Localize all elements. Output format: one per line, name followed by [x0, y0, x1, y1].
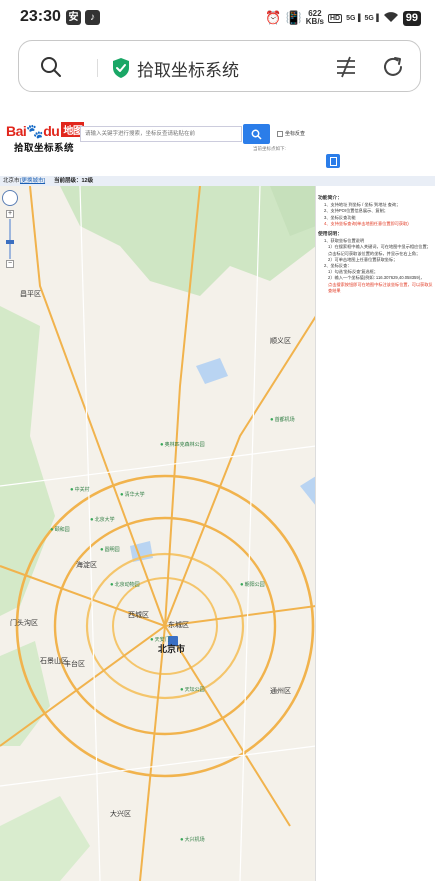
city-label: 北京市: [158, 644, 186, 654]
instruction-panel: 功能简介： 1、支持地址 到坐标 / 坐标 到地址 查询； 2、支持POI位置信…: [318, 194, 435, 474]
paw-icon: 🐾: [26, 123, 44, 139]
battery-indicator: 99: [402, 10, 421, 26]
search-icon: [251, 129, 262, 140]
status-time: 23:30: [20, 8, 61, 25]
page-title[interactable]: 拾取坐标系统: [137, 56, 239, 81]
poi-label[interactable]: 清华大学: [120, 491, 145, 498]
current-city: 北京市: [3, 178, 20, 184]
usage-line: 点击搜索按钮即可在地图中标注该坐标位置，可以获取反查结果: [328, 281, 433, 293]
district-label: 海淀区: [76, 562, 97, 569]
poi-label[interactable]: 朝阳公园: [240, 581, 265, 588]
zoom-out-button[interactable]: −: [6, 260, 14, 268]
status-right: ⏰ 📳 622 KB/s HD 5G▐ 5G▐ 99: [265, 8, 421, 28]
compass-icon[interactable]: [2, 190, 18, 206]
feature-list: 1、支持地址 到坐标 / 坐标 到地址 查询； 2、支持POI位置信息展示、复制…: [324, 202, 435, 227]
copy-button[interactable]: [326, 154, 340, 168]
search-input[interactable]: [80, 126, 242, 142]
zoom-slider[interactable]: [9, 219, 11, 259]
district-label: 门头沟区: [10, 620, 38, 627]
poi-label[interactable]: 天坛公园: [180, 686, 205, 693]
district-label: 西城区: [128, 612, 149, 619]
logo-bai: Bai: [6, 123, 27, 139]
zoom-slider-thumb[interactable]: [6, 240, 14, 244]
usage-line: 点击标记可获取该位置的坐标，并显示在右上角；: [328, 250, 421, 256]
baidu-map-logo[interactable]: Bai🐾du 地图: [6, 122, 85, 140]
signal-1-label: 5G: [346, 14, 356, 22]
signal-1: 5G▐: [346, 14, 361, 22]
usage-list: 1、获取坐标位置说明 1）在搜索框中输入关键词，可在地图中显示相应位置； 点击标…: [324, 238, 435, 294]
coord-reverse-checkbox[interactable]: [277, 131, 283, 137]
poi-label[interactable]: 大兴机场: [180, 836, 205, 843]
district-label: 昌平区: [20, 291, 41, 298]
tiktok-icon: ♪: [85, 10, 100, 25]
net-speed: 622 KB/s: [306, 10, 324, 26]
shield-check-icon[interactable]: [111, 57, 131, 79]
poi-label[interactable]: 奥林匹克森林公园: [160, 441, 205, 448]
poi-label[interactable]: 天安门: [150, 636, 170, 643]
web-page: Bai🐾du地图 拾取坐标系统 坐标反查 当前坐标点如下: 北京市 [更换城市]…: [0, 110, 435, 881]
reload-icon[interactable]: [381, 55, 405, 79]
alarm-icon: ⏰: [265, 10, 282, 25]
district-label: 大兴区: [110, 811, 131, 818]
coord-hint: 当前坐标点如下:: [253, 146, 286, 151]
district-label: 通州区: [270, 688, 291, 695]
info-strip: 北京市 [更换城市] 当前层级：12级: [0, 176, 435, 186]
change-city-link[interactable]: [更换城市]: [20, 176, 45, 186]
usage-line: 2）输入一个坐标值(例如: 116.307629,40.058359)，: [328, 275, 425, 281]
logo-subtitle: 拾取坐标系统: [14, 143, 75, 154]
usage-line: 1）在搜索框中输入关键词，可在地图中显示相应位置；: [328, 244, 431, 250]
search-button[interactable]: [243, 124, 270, 144]
wifi-icon: [383, 11, 399, 26]
poi-label[interactable]: 北京大学: [90, 516, 115, 523]
logo-du: du: [43, 123, 60, 139]
hd-badge: HD: [328, 13, 343, 23]
status-bar: 23:30 安 ♪ ⏰ 📳 622 KB/s HD 5G▐ 5G▐ 99: [0, 0, 435, 36]
poi-label[interactable]: 颐和园: [50, 526, 70, 533]
url-divider: [97, 59, 98, 77]
net-speed-unit: KB/s: [305, 17, 324, 26]
map-base: [0, 186, 315, 881]
map-navigation-control[interactable]: + −: [2, 190, 18, 275]
poi-label[interactable]: 中关村: [70, 486, 90, 493]
search-icon[interactable]: [39, 55, 63, 79]
app-icon: 安: [66, 10, 81, 25]
poi-label[interactable]: 圆明园: [100, 546, 120, 553]
district-label: 顺义区: [270, 338, 291, 345]
map-canvas[interactable]: 昌平区 海淀区 西城区 东城区 丰台区 门头沟区 大兴区 顺义区 通州区 石景山…: [0, 186, 316, 881]
zoom-level: 当前层级：12级: [54, 178, 94, 184]
feature-item: 4、支持坐标查询(单击地图任意位置即可获取): [324, 220, 409, 226]
district-label: 石景山区: [40, 658, 68, 665]
signal-2: 5G▐: [364, 14, 379, 22]
poi-label[interactable]: 首都机场: [270, 416, 295, 423]
coord-reverse-label[interactable]: 坐标反查: [285, 130, 305, 137]
browser-url-bar[interactable]: 拾取坐标系统: [18, 40, 421, 92]
poi-label[interactable]: 北京动物园: [110, 581, 140, 588]
district-label: 东城区: [168, 622, 189, 629]
filter-icon[interactable]: [334, 55, 358, 79]
vibrate-icon: 📳: [285, 10, 302, 25]
zoom-in-button[interactable]: +: [6, 210, 14, 218]
signal-2-label: 5G: [364, 14, 374, 22]
